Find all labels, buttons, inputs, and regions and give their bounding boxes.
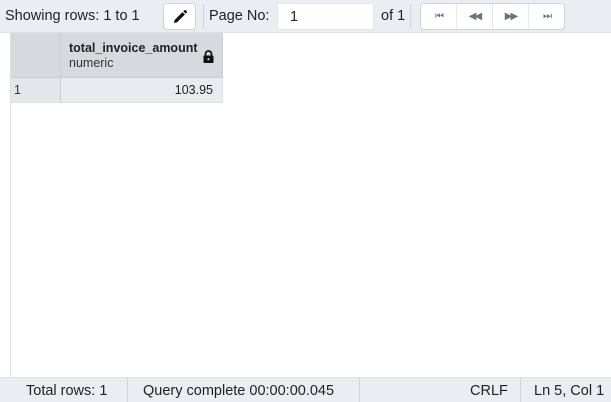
- query-status-label: Query complete 00:00:00.045: [143, 383, 335, 399]
- status-bar: Total rows: 1 Query complete 00:00:00.04…: [0, 377, 611, 402]
- column-header[interactable]: total_invoice_amount numeric: [61, 33, 223, 78]
- row-number[interactable]: 1: [11, 78, 61, 103]
- pagination-controls: ⏮ ◀◀ ▶▶ ⏭: [420, 3, 565, 30]
- rows-range-label: Showing rows: 1 to 1: [5, 8, 140, 24]
- edit-range-button[interactable]: [163, 3, 196, 30]
- next-page-icon: ▶▶: [504, 11, 518, 22]
- data-cell[interactable]: 103.95: [61, 78, 223, 103]
- next-page-button[interactable]: ▶▶: [493, 4, 529, 29]
- status-divider: [127, 378, 128, 402]
- total-rows-label: Total rows: 1: [26, 383, 108, 399]
- page-number-input[interactable]: [277, 3, 374, 30]
- lock-icon: [203, 50, 214, 63]
- select-all-corner[interactable]: [11, 33, 61, 78]
- last-page-button[interactable]: ⏭: [529, 4, 564, 29]
- column-type: numeric: [69, 56, 114, 70]
- page-number-label: Page No:: [209, 8, 270, 24]
- result-toolbar: Showing rows: 1 to 1 Page No: of 1 ⏮ ◀◀ …: [0, 0, 611, 33]
- status-divider: [359, 378, 360, 402]
- cursor-position-label: Ln 5, Col 1: [534, 383, 605, 399]
- page-count-label: of 1: [381, 8, 406, 24]
- toolbar-divider: [410, 4, 411, 29]
- previous-page-icon: ◀◀: [468, 11, 482, 22]
- status-divider: [520, 378, 521, 402]
- column-name: total_invoice_amount: [69, 41, 198, 55]
- first-page-button[interactable]: ⏮: [421, 4, 457, 29]
- first-page-icon: ⏮: [435, 11, 444, 22]
- line-ending-label: CRLF: [470, 383, 508, 399]
- previous-page-button[interactable]: ◀◀: [457, 4, 493, 29]
- last-page-icon: ⏭: [543, 11, 552, 22]
- toolbar-divider: [203, 4, 204, 29]
- result-grid: total_invoice_amount numeric 1 103.95: [10, 33, 611, 377]
- pencil-icon: [173, 9, 187, 23]
